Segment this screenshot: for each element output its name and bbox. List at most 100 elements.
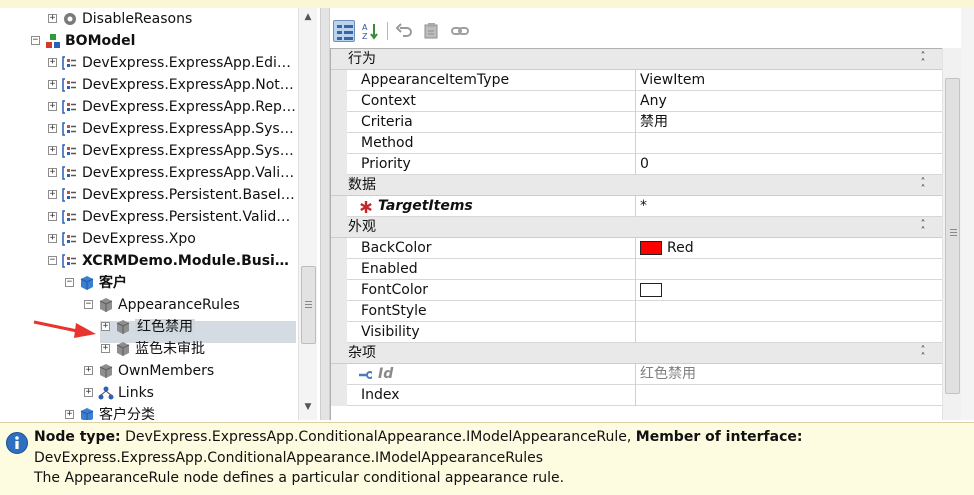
property-row[interactable]: TargetItems * [331, 196, 942, 217]
expand-icon[interactable]: + [48, 80, 57, 89]
tree-node-label: DevExpress.Persistent.BaseImpl [82, 187, 296, 203]
collapse-icon[interactable]: − [65, 278, 74, 287]
color-swatch[interactable] [640, 241, 662, 255]
expand-icon[interactable]: + [48, 58, 57, 67]
expand-icon[interactable]: + [101, 344, 110, 353]
property-value[interactable]: Any [640, 93, 667, 109]
svg-text:A: A [362, 23, 368, 32]
color-swatch[interactable] [640, 283, 662, 297]
property-row[interactable]: Context Any [331, 91, 942, 112]
collapse-icon[interactable]: − [84, 300, 93, 309]
collapse-category-icon[interactable]: ˄ ˄ [917, 52, 929, 69]
undo-button[interactable] [393, 20, 415, 42]
expand-icon[interactable]: + [48, 14, 57, 23]
property-value[interactable]: ViewItem [640, 72, 705, 88]
namespace-icon [62, 55, 78, 71]
scroll-up-arrow-icon[interactable]: ▲ [303, 12, 313, 22]
expand-icon[interactable]: + [48, 168, 57, 177]
node-type-value: DevExpress.ExpressApp.ConditionalAppeara… [125, 429, 632, 445]
expand-icon[interactable]: + [84, 388, 93, 397]
expand-icon[interactable]: + [48, 124, 57, 133]
expand-icon[interactable]: + [48, 102, 57, 111]
namespace-icon [62, 121, 78, 137]
property-row[interactable]: Priority 0 [331, 154, 942, 175]
row-gutter [331, 238, 347, 259]
grid-scrollbar[interactable] [942, 48, 961, 420]
property-name: TargetItems [378, 198, 473, 214]
property-row[interactable]: Enabled [331, 259, 942, 280]
tree-node[interactable]: + DevExpress.Xpo [0, 228, 298, 250]
property-row[interactable]: FontStyle [331, 301, 942, 322]
tree-scrollbar[interactable]: ▲ ▼ [298, 8, 317, 420]
category-row[interactable]: 数据 ˄ ˄ [331, 175, 942, 196]
expand-icon[interactable]: + [101, 322, 110, 331]
collapse-category-icon[interactable]: ˄ ˄ [917, 346, 929, 363]
tree-node[interactable]: − BOModel [0, 30, 298, 52]
property-value[interactable]: 0 [640, 156, 649, 172]
tree-node[interactable]: + DisableReasons [0, 8, 298, 30]
tree-node[interactable]: + DevExpress.ExpressApp.Editors [0, 52, 298, 74]
collapse-category-icon[interactable]: ˄ ˄ [917, 220, 929, 237]
property-row[interactable]: FontColor [331, 280, 942, 301]
property-row[interactable]: Visibility [331, 322, 942, 343]
tree-node[interactable]: + DevExpress.Persistent.Validation [0, 206, 298, 228]
category-row[interactable]: 杂项 ˄ ˄ [331, 343, 942, 364]
property-value[interactable]: 红色禁用 [640, 366, 696, 382]
required-asterisk-icon [360, 201, 372, 213]
namespace-icon [62, 77, 78, 93]
scroll-down-arrow-icon[interactable]: ▼ [303, 402, 313, 412]
expand-icon[interactable]: + [48, 212, 57, 221]
sort-alphabetical-button[interactable]: A Z [360, 20, 382, 42]
tree-node[interactable]: + DevExpress.ExpressApp.Notifi... [0, 74, 298, 96]
expand-icon[interactable]: + [48, 190, 57, 199]
categorized-view-icon [337, 25, 353, 40]
property-name: Criteria [361, 114, 413, 130]
tree-node[interactable]: + 客户分类 [0, 404, 298, 420]
property-value[interactable]: * [640, 198, 647, 214]
tree-node[interactable]: + OwnMembers [0, 360, 298, 382]
tree-node-label: DevExpress.ExpressApp.Valid... [82, 165, 296, 181]
expand-icon[interactable]: + [84, 366, 93, 375]
property-row[interactable]: Id 红色禁用 [331, 364, 942, 385]
row-gutter [331, 301, 347, 322]
collapse-category-icon[interactable]: ˄ ˄ [917, 178, 929, 195]
property-row[interactable]: Index [331, 385, 942, 406]
property-row[interactable]: BackColor Red [331, 238, 942, 259]
category-row[interactable]: 外观 ˄ ˄ [331, 217, 942, 238]
grid-scroll-thumb[interactable] [945, 78, 960, 394]
expand-icon[interactable]: + [65, 410, 74, 419]
tree-node[interactable]: + DevExpress.Persistent.BaseImpl [0, 184, 298, 206]
expand-icon[interactable]: + [48, 146, 57, 155]
tree-node[interactable]: + DevExpress.ExpressApp.Valid... [0, 162, 298, 184]
tree-scroll-thumb[interactable] [301, 266, 316, 344]
row-gutter [331, 385, 347, 406]
reset-button[interactable] [421, 20, 443, 42]
row-gutter [331, 196, 347, 217]
property-row[interactable]: AppearanceItemType ViewItem [331, 70, 942, 91]
category-row[interactable]: 行为 ˄ ˄ [331, 49, 942, 70]
categorized-view-button[interactable] [333, 20, 355, 42]
tree-node-label: 红色禁用 [135, 319, 195, 335]
tree-node-label: 蓝色未审批 [135, 341, 205, 357]
property-value[interactable]: Red [667, 240, 694, 256]
row-gutter [331, 133, 347, 154]
row-gutter [331, 364, 347, 385]
tree-node[interactable]: + Links [0, 382, 298, 404]
collapse-icon[interactable]: − [48, 256, 57, 265]
expand-icon[interactable]: + [48, 234, 57, 243]
model-tree-panel: + DisableReasons − BOModel + DevExpress.Expre… [0, 8, 320, 420]
tree-node[interactable]: − 客户 [0, 272, 298, 294]
panel-splitter[interactable] [320, 8, 330, 420]
property-value[interactable]: 禁用 [640, 114, 668, 130]
collapse-icon[interactable]: − [31, 36, 40, 45]
tree-node[interactable]: − XCRMDemo.Module.Busin... [0, 250, 298, 272]
tree-node[interactable]: + DevExpress.ExpressApp.Syst... [0, 118, 298, 140]
tree-node[interactable]: + DevExpress.ExpressApp.Syst... [0, 140, 298, 162]
link-button[interactable] [449, 20, 471, 42]
property-row[interactable]: Criteria 禁用 [331, 112, 942, 133]
tree-node[interactable]: − AppearanceRules [0, 294, 298, 316]
tree-node[interactable]: + DevExpress.ExpressApp.Repo... [0, 96, 298, 118]
namespace-icon [62, 253, 78, 269]
property-row[interactable]: Method [331, 133, 942, 154]
class-icon [79, 407, 95, 420]
